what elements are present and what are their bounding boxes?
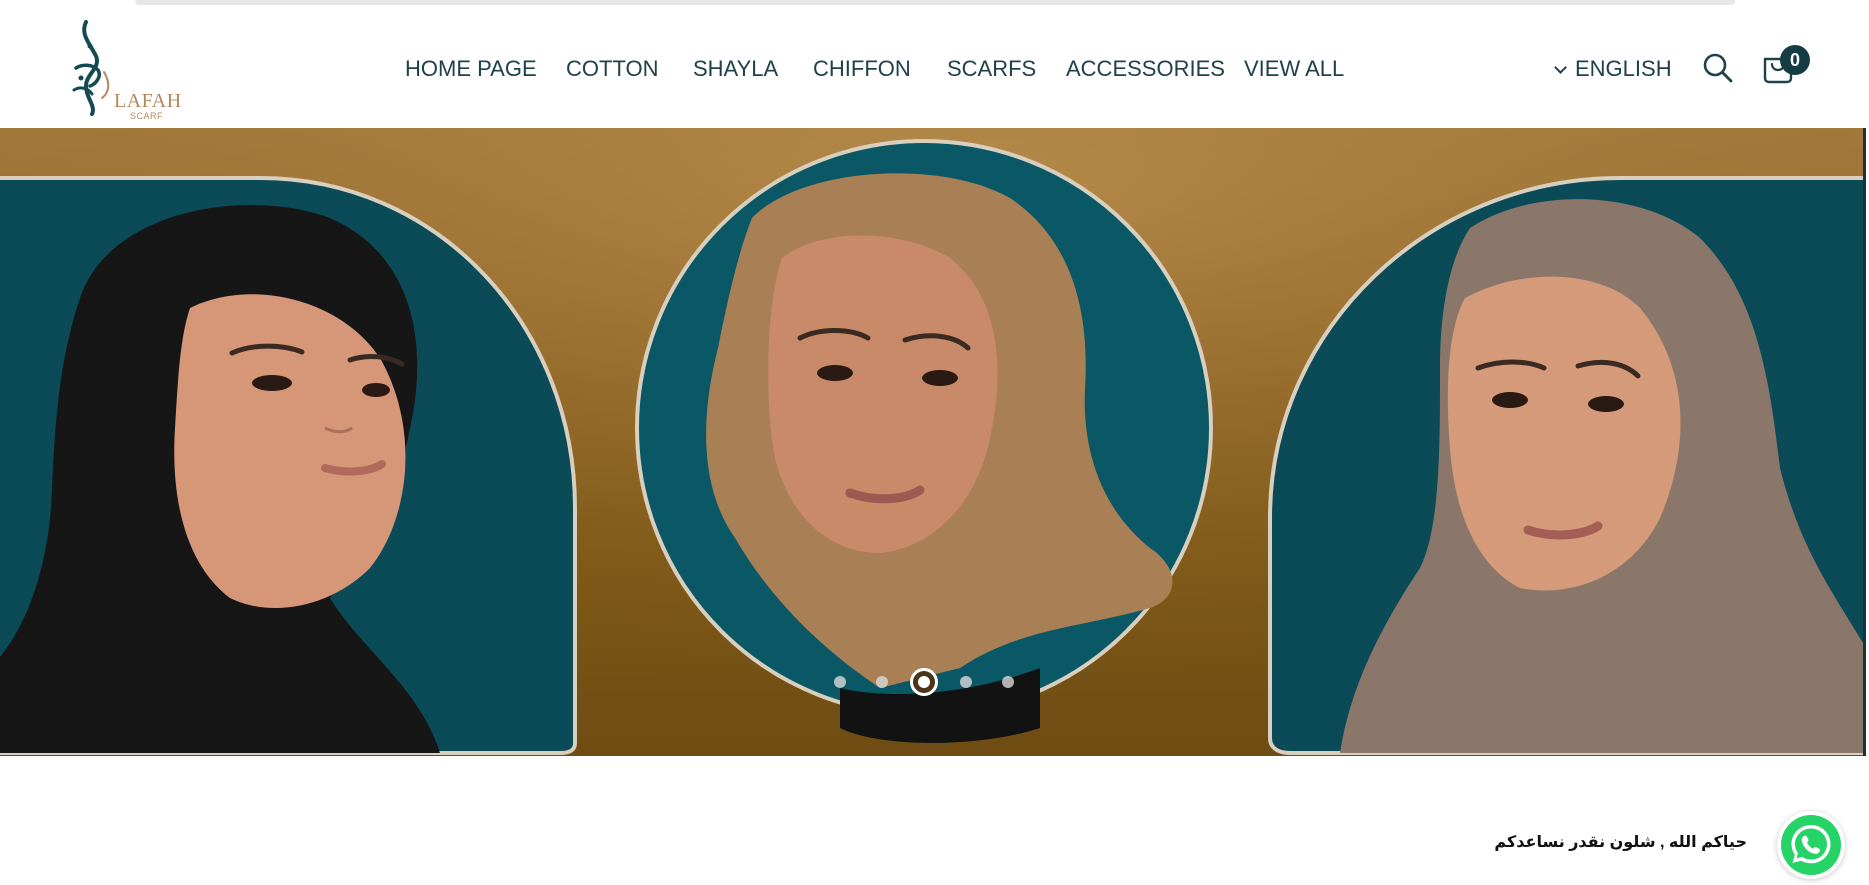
whatsapp-chat-button[interactable]: [1777, 811, 1845, 879]
nav-accessories[interactable]: ACCESSORIES: [1066, 56, 1225, 82]
carousel-dot[interactable]: [960, 676, 972, 688]
search-icon: [1703, 53, 1733, 83]
site-header: LAFAH SCARF HOME PAGE COTTON SHAYLA CHIF…: [0, 6, 1869, 128]
language-selector[interactable]: ENGLISH: [1554, 56, 1672, 82]
nav-shayla[interactable]: SHAYLA: [693, 56, 778, 82]
logo-wordmark: LAFAH: [114, 90, 182, 112]
carousel-dot-active[interactable]: [918, 676, 930, 688]
nav-scarfs[interactable]: SCARFS: [947, 56, 1036, 82]
logo-subline: SCARF: [130, 111, 164, 121]
nav-chiffon[interactable]: CHIFFON: [813, 56, 911, 82]
chat-greeting-text: حياكم الله , شلون نقدر نساعدكم: [1494, 834, 1747, 851]
language-label: ENGLISH: [1575, 56, 1672, 81]
nav-home-page[interactable]: HOME PAGE: [405, 56, 537, 82]
carousel-pagination: [0, 128, 1866, 756]
nav-view-all[interactable]: VIEW ALL: [1244, 56, 1344, 82]
carousel-dot[interactable]: [834, 676, 846, 688]
hero-carousel[interactable]: [0, 128, 1866, 756]
cart-count-badge: 0: [1780, 45, 1810, 75]
hero-right-edge: [1863, 128, 1866, 756]
search-button[interactable]: [1702, 52, 1734, 89]
carousel-dot[interactable]: [876, 676, 888, 688]
nav-cotton[interactable]: COTTON: [566, 56, 658, 82]
whatsapp-icon: [1781, 815, 1841, 875]
top-scroll-indicator: [135, 0, 1735, 5]
chevron-down-icon: [1554, 61, 1567, 74]
carousel-dot[interactable]: [1002, 676, 1014, 688]
